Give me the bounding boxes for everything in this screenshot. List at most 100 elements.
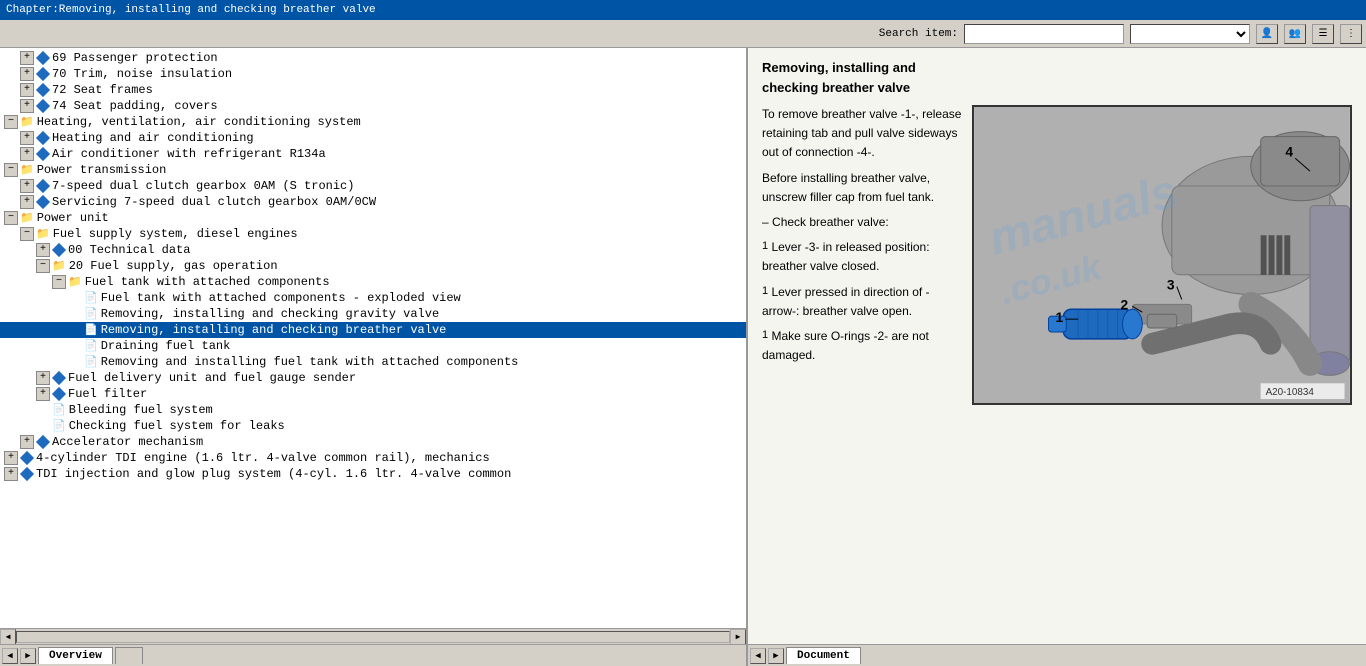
expander-item-tank[interactable]: − <box>52 275 66 289</box>
tree-item-item-power-trans[interactable]: −📁Power transmission <box>0 162 746 178</box>
tab-document-left[interactable] <box>115 647 144 664</box>
nav-left-btn[interactable]: ◀ <box>2 648 18 664</box>
tab-document-right[interactable]: Document <box>786 647 861 664</box>
tree-item-item-fuel-supply[interactable]: −📁Fuel supply system, diesel engines <box>0 226 746 242</box>
search-input[interactable] <box>964 24 1124 44</box>
tree-item-item-aircon[interactable]: + Air conditioner with refrigerant R134a <box>0 146 746 162</box>
expander-leaf-item-72[interactable]: + <box>20 83 34 97</box>
expander-leaf-item-7speed[interactable]: + <box>20 179 34 193</box>
tree-label-item-70: 70 Trim, noise insulation <box>52 67 232 81</box>
list-icon-btn[interactable]: ☰ <box>1312 24 1334 44</box>
search-label: Search item: <box>879 28 958 40</box>
tree-item-item-bleeding[interactable]: 📄Bleeding fuel system <box>0 402 746 418</box>
tree-label-item-bleeding: Bleeding fuel system <box>69 403 213 417</box>
step-4: 1 Lever -3- in released position: breath… <box>762 238 962 276</box>
tree-label-item-fuel-supply: Fuel supply system, diesel engines <box>53 227 298 241</box>
scroll-left-btn[interactable]: ◀ <box>0 629 16 645</box>
tree-item-item-4cyl[interactable]: +4-cylinder TDI engine (1.6 ltr. 4-valve… <box>0 450 746 466</box>
tree-item-item-70[interactable]: +70 Trim, noise insulation <box>0 66 746 82</box>
toolbar: Search item: 👤 👥 ☰ ⋮ <box>0 20 1366 48</box>
tree-item-item-00[interactable]: +00 Technical data <box>0 242 746 258</box>
tree-item-item-accelerator[interactable]: + Accelerator mechanism <box>0 434 746 450</box>
doc-image-box: 1 2 3 4 manuals <box>972 105 1352 405</box>
tree-item-item-72[interactable]: +72 Seat frames <box>0 82 746 98</box>
tree-item-item-74[interactable]: +74 Seat padding, covers <box>0 98 746 114</box>
tree-label-item-tank: Fuel tank with attached components <box>85 275 330 289</box>
menu-icon-btn[interactable]: ⋮ <box>1340 24 1362 44</box>
scroll-track[interactable] <box>16 631 730 643</box>
expander-leaf-item-70[interactable]: + <box>20 67 34 81</box>
svg-text:3: 3 <box>1167 277 1175 293</box>
tree-label-item-20: 20 Fuel supply, gas operation <box>69 259 278 273</box>
tree-label-item-accelerator: Accelerator mechanism <box>52 435 203 449</box>
svg-text:A20-10834: A20-10834 <box>1266 387 1315 398</box>
title-bar: Chapter:Removing, installing and checkin… <box>0 0 1366 20</box>
expander-leaf-item-4cyl[interactable]: + <box>4 451 18 465</box>
tree-item-item-checking[interactable]: 📄Checking fuel system for leaks <box>0 418 746 434</box>
search-select[interactable] <box>1130 24 1250 44</box>
tree-label-item-gravity: Removing, installing and checking gravit… <box>101 307 439 321</box>
tree-item-item-hvac[interactable]: −📁Heating, ventilation, air conditioning… <box>0 114 746 130</box>
tree-item-item-power-unit[interactable]: −📁Power unit <box>0 210 746 226</box>
doc-text: To remove breather valve -1-, release re… <box>762 105 962 405</box>
right-panel: Removing, installing andchecking breathe… <box>748 48 1366 666</box>
expander-leaf-item-00[interactable]: + <box>36 243 50 257</box>
tree-item-item-draining[interactable]: 📄Draining fuel tank <box>0 338 746 354</box>
expander-leaf-item-74[interactable]: + <box>20 99 34 113</box>
tree-label-item-filter: Fuel filter <box>68 387 147 401</box>
engine-illustration: 1 2 3 4 manuals <box>974 107 1350 403</box>
tree-label-item-aircon: Air conditioner with refrigerant R134a <box>52 147 326 161</box>
doc-title: Removing, installing andchecking breathe… <box>762 58 1352 97</box>
tree-label-item-heating: Heating and air conditioning <box>52 131 254 145</box>
tree-item-item-tdi[interactable]: + TDI injection and glow plug system (4-c… <box>0 466 746 482</box>
svg-text:4: 4 <box>1285 143 1293 159</box>
doc-area[interactable]: Removing, installing andchecking breathe… <box>748 48 1366 644</box>
horizontal-scrollbar[interactable]: ◀ ▶ <box>0 628 746 644</box>
expander-item-20[interactable]: − <box>36 259 50 273</box>
tree-item-item-breather[interactable]: 📄Removing, installing and checking breat… <box>0 322 746 338</box>
user-icon-btn[interactable]: 👤 <box>1256 24 1278 44</box>
expander-leaf-item-69[interactable]: + <box>20 51 34 65</box>
tree-item-item-20[interactable]: −📁20 Fuel supply, gas operation <box>0 258 746 274</box>
left-nav-bar: ◀ ▶ Overview <box>0 644 746 666</box>
right-nav-right-btn[interactable]: ▶ <box>768 648 784 664</box>
tree-item-item-tank[interactable]: −📁Fuel tank with attached components <box>0 274 746 290</box>
tree-item-item-gravity[interactable]: 📄Removing, installing and checking gravi… <box>0 306 746 322</box>
tree-label-item-00: 00 Technical data <box>68 243 190 257</box>
step-1: To remove breather valve -1-, release re… <box>762 105 962 163</box>
nav-right-btn[interactable]: ▶ <box>20 648 36 664</box>
tree-label-item-69: 69 Passenger protection <box>52 51 218 65</box>
expander-leaf-item-heating[interactable]: + <box>20 131 34 145</box>
tab-overview[interactable]: Overview <box>38 647 113 664</box>
tree-item-item-exploded[interactable]: 📄Fuel tank with attached components - ex… <box>0 290 746 306</box>
doc-content: To remove breather valve -1-, release re… <box>762 105 1352 405</box>
right-nav-left-btn[interactable]: ◀ <box>750 648 766 664</box>
left-panel: +69 Passenger protection+70 Trim, noise … <box>0 48 748 666</box>
doc-image-area: 1 2 3 4 manuals <box>972 105 1352 405</box>
expander-leaf-item-aircon[interactable]: + <box>20 147 34 161</box>
tree-label-item-74: 74 Seat padding, covers <box>52 99 218 113</box>
tree-item-item-7speed[interactable]: +7-speed dual clutch gearbox 0AM (S tron… <box>0 178 746 194</box>
expander-item-power-trans[interactable]: − <box>4 163 18 177</box>
tree-item-item-heating[interactable]: + Heating and air conditioning <box>0 130 746 146</box>
step-6: 1 Make sure O-rings -2- are not damaged. <box>762 327 962 365</box>
expander-leaf-item-tdi[interactable]: + <box>4 467 18 481</box>
expander-leaf-item-servicing[interactable]: + <box>20 195 34 209</box>
expander-leaf-item-accelerator[interactable]: + <box>20 435 34 449</box>
tree-label-item-power-unit: Power unit <box>37 211 109 225</box>
tree-label-item-tdi: TDI injection and glow plug system (4-cy… <box>36 467 511 481</box>
expander-item-fuel-supply[interactable]: − <box>20 227 34 241</box>
tree-item-item-filter[interactable]: + Fuel filter <box>0 386 746 402</box>
tree-item-item-69[interactable]: +69 Passenger protection <box>0 50 746 66</box>
user2-icon-btn[interactable]: 👥 <box>1284 24 1306 44</box>
tree-item-item-removing-tank[interactable]: 📄Removing and installing fuel tank with … <box>0 354 746 370</box>
expander-leaf-item-filter[interactable]: + <box>36 387 50 401</box>
scroll-right-btn[interactable]: ▶ <box>730 629 746 645</box>
tree-item-item-servicing[interactable]: +Servicing 7-speed dual clutch gearbox 0… <box>0 194 746 210</box>
tree-item-item-delivery[interactable]: +Fuel delivery unit and fuel gauge sende… <box>0 370 746 386</box>
expander-item-hvac[interactable]: − <box>4 115 18 129</box>
tree-label-item-exploded: Fuel tank with attached components - exp… <box>101 291 461 305</box>
expander-item-power-unit[interactable]: − <box>4 211 18 225</box>
tree-area[interactable]: +69 Passenger protection+70 Trim, noise … <box>0 48 746 628</box>
expander-leaf-item-delivery[interactable]: + <box>36 371 50 385</box>
